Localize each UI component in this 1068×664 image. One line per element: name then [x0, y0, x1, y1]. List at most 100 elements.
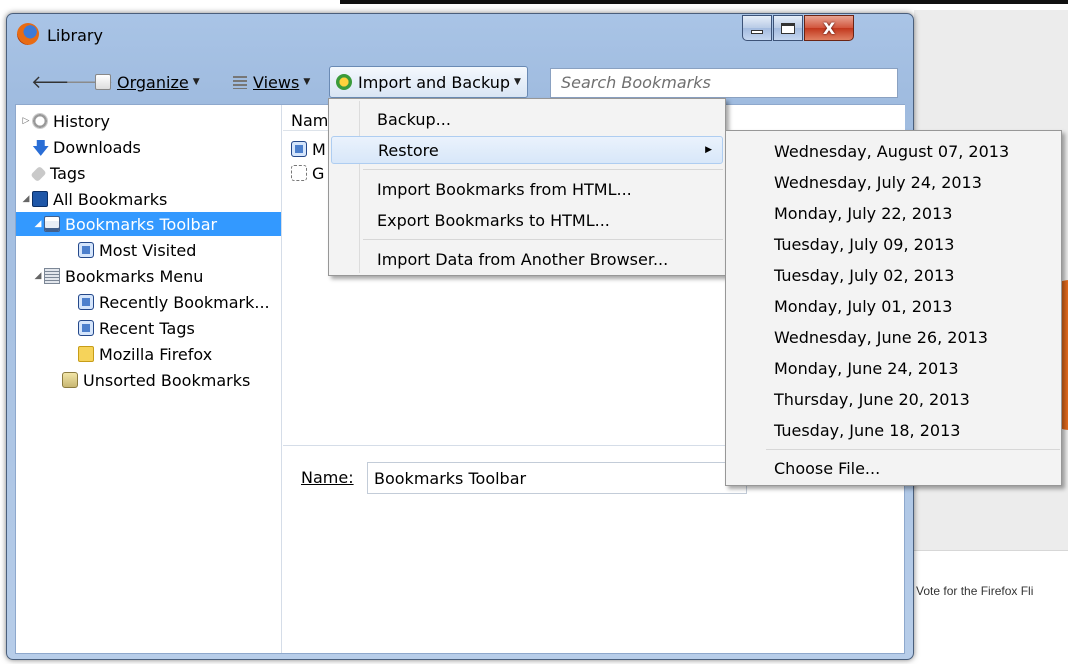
menu-separator [363, 169, 723, 170]
bookmarks-menu-icon [44, 268, 60, 284]
smart-folder-icon [78, 242, 94, 258]
organize-button[interactable]: Organize ▼ [95, 66, 200, 98]
restore-date-item[interactable]: Wednesday, August 07, 2013 [728, 137, 1059, 165]
restore-date-item[interactable]: Monday, July 01, 2013 [728, 292, 1059, 320]
menu-item-import-other-browser[interactable]: Import Data from Another Browser... [331, 245, 723, 273]
tree-item-unsorted-bookmarks[interactable]: Unsorted Bookmarks [16, 368, 281, 392]
tree-item-mozilla-firefox[interactable]: Mozilla Firefox [16, 342, 281, 366]
background-top-bar [340, 0, 1068, 4]
name-label: Name: [301, 468, 354, 487]
list-item-label: M [312, 139, 326, 159]
tree-item-label: Mozilla Firefox [99, 344, 213, 364]
chevron-down-icon: ▼ [514, 77, 521, 87]
tree-item-label: Recently Bookmark... [99, 292, 270, 312]
tree-item-tags[interactable]: Tags [16, 161, 281, 185]
tree-item-label: Tags [50, 163, 86, 183]
name-label-text: Name: [301, 468, 354, 487]
collapse-icon[interactable]: ◢ [32, 271, 44, 281]
menu-item-label: Import Bookmarks from HTML... [377, 179, 632, 199]
tree-item-recently-bookmarked[interactable]: Recently Bookmark... [16, 290, 281, 314]
menu-item-label: Thursday, June 20, 2013 [774, 389, 970, 409]
name-field[interactable] [367, 462, 747, 494]
list-item[interactable]: M [291, 137, 326, 161]
tree-item-all-bookmarks[interactable]: ◢ All Bookmarks [16, 187, 281, 211]
restore-submenu: Wednesday, August 07, 2013 Wednesday, Ju… [725, 130, 1062, 486]
tree-item-history[interactable]: ▷ History [16, 109, 281, 133]
organize-icon [95, 74, 111, 90]
menu-item-choose-file[interactable]: Choose File... [728, 454, 1059, 482]
page-icon [291, 165, 307, 181]
tree-item-label: Downloads [53, 137, 141, 157]
list-item-label: G [312, 163, 325, 183]
restore-date-item[interactable]: Wednesday, June 26, 2013 [728, 323, 1059, 351]
list-item[interactable]: G [291, 161, 324, 185]
import-and-backup-label: Import and Backup [358, 72, 511, 92]
maximize-button[interactable] [773, 15, 803, 41]
menu-item-label: Export Bookmarks to HTML... [377, 210, 610, 230]
collapse-icon[interactable]: ◢ [20, 194, 32, 204]
organize-label: Organize [117, 72, 189, 92]
restore-date-item[interactable]: Thursday, June 20, 2013 [728, 385, 1059, 413]
close-button[interactable]: X [804, 15, 854, 41]
background-divider [914, 550, 1068, 551]
tree-item-label: History [53, 111, 110, 131]
history-icon [32, 113, 48, 129]
search-bookmarks-input[interactable] [559, 72, 889, 93]
views-icon [233, 75, 247, 89]
smart-folder-icon [78, 320, 94, 336]
tree-item-label: All Bookmarks [53, 189, 168, 209]
tags-icon [30, 165, 47, 183]
restore-date-item[interactable]: Monday, July 22, 2013 [728, 199, 1059, 227]
menu-item-import-html[interactable]: Import Bookmarks from HTML... [331, 175, 723, 203]
expand-icon[interactable]: ▷ [20, 116, 32, 126]
tree-item-label: Most Visited [99, 240, 197, 260]
restore-date-item[interactable]: Tuesday, July 02, 2013 [728, 261, 1059, 289]
menu-item-label: Wednesday, July 24, 2013 [774, 172, 982, 192]
menu-item-backup[interactable]: Backup... [331, 105, 723, 133]
window-title: Library [47, 26, 103, 45]
downloads-icon [32, 139, 48, 155]
menu-item-label: Restore [378, 140, 439, 160]
menu-separator [766, 449, 1060, 450]
close-icon: X [822, 18, 836, 38]
menu-item-label: Tuesday, July 02, 2013 [774, 265, 955, 285]
menu-item-label: Wednesday, June 26, 2013 [774, 327, 988, 347]
menu-item-label: Monday, July 22, 2013 [774, 203, 953, 223]
menu-item-label: Tuesday, June 18, 2013 [774, 420, 961, 440]
smart-folder-icon [78, 294, 94, 310]
background-vote-text[interactable]: Vote for the Firefox Fli [916, 584, 1033, 598]
views-label: Views [253, 72, 300, 92]
tree-item-downloads[interactable]: Downloads [16, 135, 281, 159]
tree-item-label: Recent Tags [99, 318, 195, 338]
menu-separator [363, 239, 723, 240]
tree-item-bookmarks-toolbar[interactable]: ◢ Bookmarks Toolbar [16, 212, 281, 236]
restore-date-item[interactable]: Monday, June 24, 2013 [728, 354, 1059, 382]
tree-item-most-visited[interactable]: Most Visited [16, 238, 281, 262]
maximize-icon [781, 22, 795, 34]
collapse-icon[interactable]: ◢ [32, 219, 44, 229]
places-tree: ▷ History Downloads Tags ◢ All Bookmarks ◢… [16, 105, 282, 653]
tree-item-label: Bookmarks Menu [65, 266, 204, 286]
import-and-backup-button[interactable]: Import and Backup ▼ [329, 66, 528, 98]
tree-item-label: Unsorted Bookmarks [83, 370, 251, 390]
menu-item-label: Monday, July 01, 2013 [774, 296, 953, 316]
restore-date-item[interactable]: Tuesday, July 09, 2013 [728, 230, 1059, 258]
menu-item-export-html[interactable]: Export Bookmarks to HTML... [331, 206, 723, 234]
menu-item-label: Backup... [377, 109, 451, 129]
restore-date-item[interactable]: Tuesday, June 18, 2013 [728, 416, 1059, 444]
import-backup-menu: Backup... Restore ▶ Import Bookmarks from… [328, 98, 726, 276]
restore-date-item[interactable]: Wednesday, July 24, 2013 [728, 168, 1059, 196]
tree-item-bookmarks-menu[interactable]: ◢ Bookmarks Menu [16, 264, 281, 288]
title-bar: Library X [7, 14, 913, 54]
import-backup-icon [336, 74, 352, 90]
menu-item-restore[interactable]: Restore ▶ [331, 136, 723, 164]
menu-item-label: Choose File... [774, 458, 881, 478]
minimize-button[interactable] [742, 15, 772, 41]
views-button[interactable]: Views ▼ [233, 66, 310, 98]
tree-item-recent-tags[interactable]: Recent Tags [16, 316, 281, 340]
menu-item-label: Import Data from Another Browser... [377, 249, 669, 269]
menu-item-label: Monday, June 24, 2013 [774, 358, 959, 378]
search-box [550, 68, 898, 98]
tree-item-label: Bookmarks Toolbar [65, 214, 218, 234]
chevron-down-icon: ▼ [303, 77, 311, 87]
